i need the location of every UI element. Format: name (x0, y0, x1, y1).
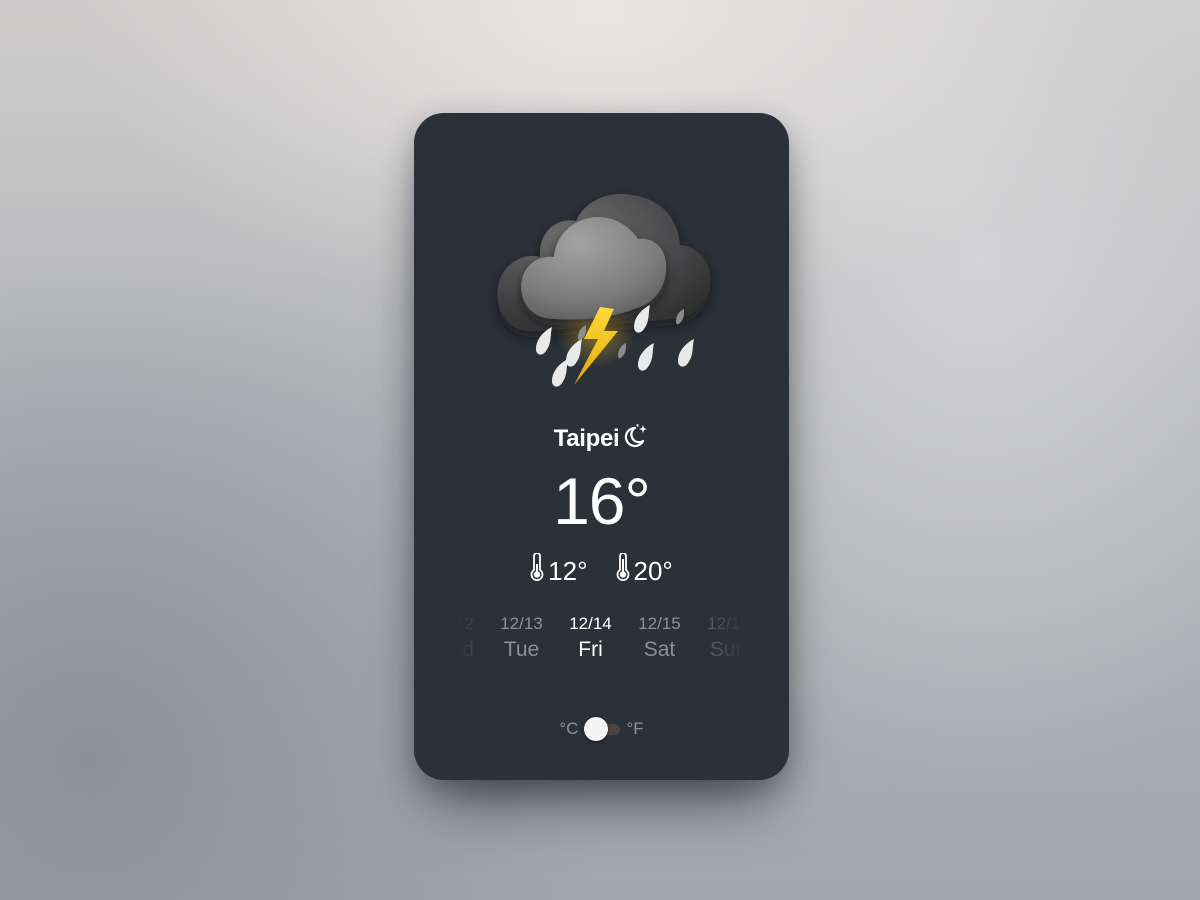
high-temp-value: 20° (633, 555, 673, 586)
forecast-day-picker[interactable]: 12/12 Wed 12/13 Tue 12/14 Fri 12/15 Sat … (458, 613, 745, 673)
low-temp-value: 12° (548, 555, 588, 586)
thermometer-icon (530, 552, 544, 588)
forecast-date: 12/15 (638, 614, 681, 633)
city-row: Taipei (414, 423, 789, 458)
temperature-range: 12° 20° (414, 552, 789, 588)
moon-stars-icon (623, 423, 649, 458)
forecast-weekday: Wed (458, 638, 474, 661)
unit-toggle: °C °F (414, 717, 789, 741)
celsius-label[interactable]: °C (559, 719, 578, 739)
low-temperature: 12° (530, 552, 588, 588)
forecast-day[interactable]: 12/16 Sun (694, 613, 745, 665)
thunderstorm-rain-icon (482, 179, 722, 399)
forecast-date: 12/14 (569, 614, 612, 633)
forecast-day-selected[interactable]: 12/14 Fri (556, 613, 625, 665)
forecast-date: 12/13 (500, 614, 543, 633)
fahrenheit-label[interactable]: °F (626, 719, 643, 739)
weather-card: Taipei 16° 12° 20° 12 d 12/13 Tue 12/14 … (414, 113, 789, 780)
forecast-weekday: Sun (709, 638, 745, 661)
city-name: Taipei (553, 425, 620, 452)
forecast-weekday: Sat (643, 638, 676, 661)
forecast-weekday: Tue (503, 638, 540, 661)
high-temperature: 20° (616, 552, 673, 588)
forecast-day[interactable]: 12/13 Tue (487, 613, 556, 665)
forecast-day[interactable]: 12/12 Wed (458, 613, 487, 665)
forecast-date: 12/12 (458, 614, 474, 633)
forecast-day[interactable]: 12/15 Sat (625, 613, 694, 665)
switch-knob[interactable] (584, 717, 609, 741)
thermometer-icon (616, 552, 630, 588)
forecast-weekday: Fri (578, 638, 603, 661)
unit-switch[interactable] (584, 717, 621, 741)
current-temperature: 16° (553, 464, 651, 538)
forecast-date: 12/16 (707, 614, 745, 633)
forecast-strip: 12/12 Wed 12/13 Tue 12/14 Fri 12/15 Sat … (458, 613, 745, 665)
